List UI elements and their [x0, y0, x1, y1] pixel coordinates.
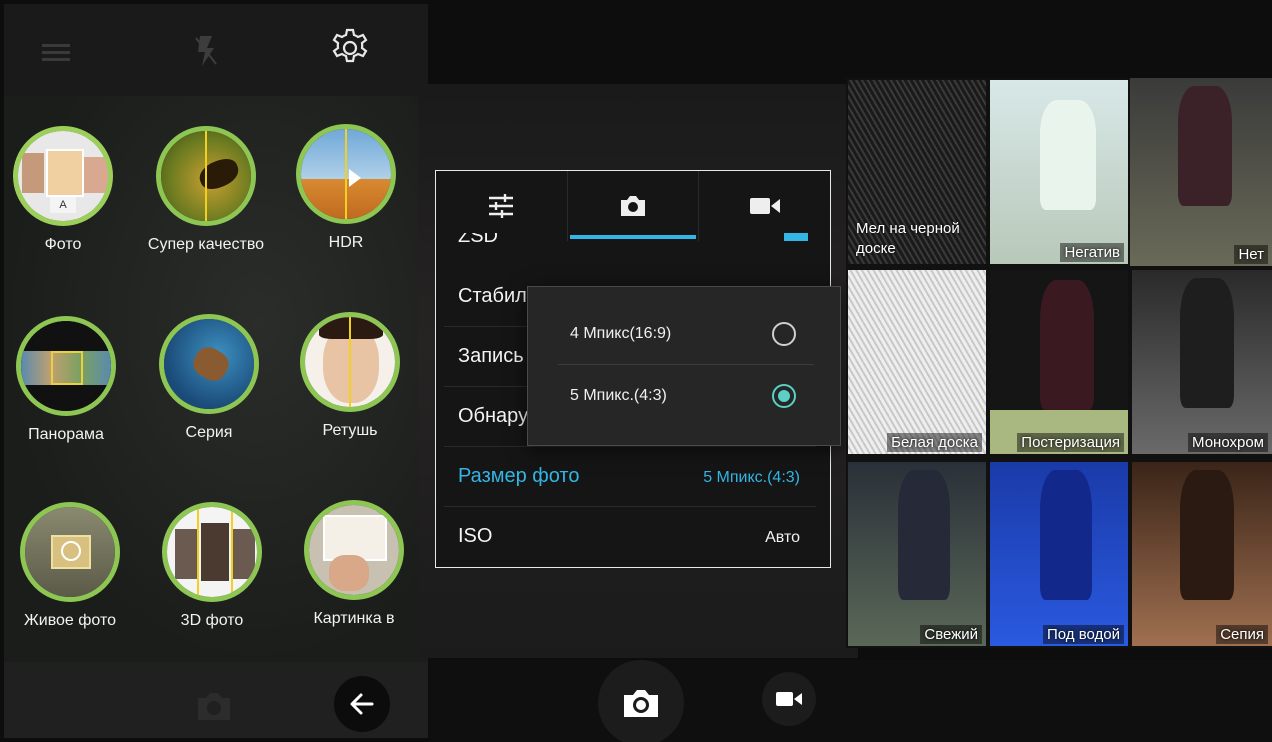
arrow-left-icon — [350, 693, 374, 715]
mode-retouch[interactable]: Ретушь — [280, 312, 420, 440]
mode-super-quality-thumbnail — [156, 126, 256, 226]
effect-label: Свежий — [920, 625, 982, 644]
size-option-5mp[interactable]: 5 Мпикс.(4:3) — [558, 365, 814, 427]
flash-off-icon[interactable] — [194, 34, 218, 73]
size-option-4mp[interactable]: 4 Мпикс(16:9) — [558, 303, 814, 365]
shutter-button[interactable] — [598, 660, 684, 742]
mode-super-quality[interactable]: Супер качество — [136, 126, 276, 254]
effect-label: Мел на черной доске — [856, 220, 960, 257]
row-photo-size[interactable]: Размер фото 5 Мпикс.(4:3) — [444, 447, 816, 507]
auto-badge: A — [50, 197, 76, 213]
effect-chalkboard[interactable]: Мел на черной доске — [848, 80, 986, 264]
settings-tabs — [436, 171, 830, 241]
record-video-button[interactable] — [762, 672, 816, 726]
mode-burst[interactable]: Серия — [139, 314, 279, 442]
mode-label: Ретушь — [322, 422, 378, 439]
option-label: 4 Мпикс(16:9) — [570, 325, 672, 342]
option-label: 5 Мпикс.(4:3) — [570, 387, 667, 404]
row-title-clipped: ZSD — [458, 233, 498, 247]
effect-none[interactable]: Нет — [1130, 78, 1272, 266]
effect-fresh[interactable]: Свежий — [848, 462, 986, 646]
mode-hdr[interactable]: HDR — [276, 124, 416, 252]
mode-picture-in-picture-thumbnail — [304, 500, 404, 600]
mode-retouch-thumbnail — [300, 312, 400, 412]
mode-label: Картинка в — [313, 610, 395, 627]
video-camera-icon — [749, 198, 780, 214]
row-title: Запись — [458, 345, 524, 367]
mode-3d-photo-thumbnail — [162, 502, 262, 602]
mode-label: HDR — [328, 234, 364, 251]
mode-hdr-thumbnail — [296, 124, 396, 224]
effect-label: Негатив — [1060, 243, 1124, 262]
back-button[interactable] — [334, 676, 390, 732]
mode-3d-photo[interactable]: 3D фото — [142, 502, 282, 630]
mode-panorama-thumbnail — [16, 316, 116, 416]
toggle-partial — [784, 233, 808, 241]
effect-whiteboard[interactable]: Белая доска — [848, 270, 986, 454]
mode-photo-thumbnail: A — [13, 126, 113, 226]
effect-label: Постеризация — [1017, 433, 1124, 452]
effect-label: Монохром — [1188, 433, 1268, 452]
effect-preview — [848, 270, 986, 454]
color-effects-grid: Мел на черной доске Негатив Нет Белая до… — [846, 78, 1272, 648]
sliders-icon — [489, 194, 514, 218]
camera-icon-dim — [194, 690, 234, 727]
effect-mono[interactable]: Монохром — [1132, 270, 1272, 454]
mode-picture-in-picture[interactable]: Картинка в — [284, 500, 424, 628]
play-icon — [61, 541, 81, 561]
row-value: 5 Мпикс.(4:3) — [703, 469, 800, 486]
effect-negative[interactable]: Негатив — [990, 80, 1128, 264]
camera-icon — [624, 690, 658, 717]
camera-modes-panel: A Фото Супер качество HDR Панорама Серия… — [4, 4, 428, 738]
effect-sepia[interactable]: Сепия — [1132, 462, 1272, 646]
video-camera-icon — [776, 692, 802, 706]
effect-label: Под водой — [1042, 625, 1124, 644]
mode-label: 3D фото — [180, 612, 244, 629]
tab-photo-settings[interactable] — [566, 171, 699, 241]
menu-icon[interactable] — [42, 42, 70, 69]
camera-icon — [621, 196, 645, 216]
mode-label: Панорама — [28, 426, 104, 443]
mode-burst-thumbnail — [159, 314, 259, 414]
effect-underwater[interactable]: Под водой — [990, 462, 1128, 646]
row-value: Авто — [765, 529, 800, 546]
effect-posterize[interactable]: Постеризация — [990, 270, 1128, 454]
row-iso[interactable]: ISO Авто — [444, 507, 816, 567]
row-title: Размер фото — [458, 465, 580, 487]
photo-size-popup: 4 Мпикс(16:9) 5 Мпикс.(4:3) — [527, 286, 841, 446]
mode-photo[interactable]: A Фото — [4, 126, 133, 254]
tab-video-settings[interactable] — [698, 171, 830, 241]
mode-label: Живое фото — [23, 612, 117, 629]
gear-icon[interactable] — [328, 26, 372, 75]
shutter-bar — [430, 660, 1272, 742]
row-title: ISO — [458, 525, 493, 547]
radio-button-checked[interactable] — [772, 384, 796, 408]
mode-live-photo[interactable]: Живое фото — [4, 502, 140, 630]
mode-label: Супер качество — [147, 236, 265, 253]
mode-live-photo-thumbnail — [20, 502, 120, 602]
mode-panorama[interactable]: Панорама — [4, 316, 136, 444]
radio-button[interactable] — [772, 322, 796, 346]
mode-label: Серия — [185, 424, 233, 441]
effect-label: Нет — [1234, 245, 1268, 264]
clipped-row: ZSD — [444, 233, 816, 247]
mode-label: Фото — [44, 236, 82, 253]
effect-label: Белая доска — [887, 433, 982, 452]
effect-label: Сепия — [1216, 625, 1268, 644]
arrow-right-icon — [349, 169, 361, 187]
tab-general-settings[interactable] — [436, 171, 567, 241]
